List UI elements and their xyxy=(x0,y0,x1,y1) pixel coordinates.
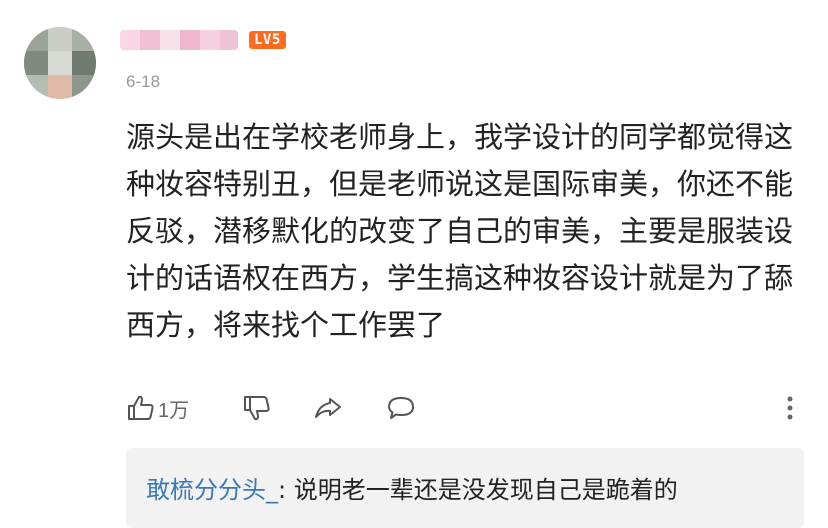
dislike-button[interactable] xyxy=(242,390,272,426)
like-button[interactable]: 1万 xyxy=(126,390,189,426)
share-button[interactable] xyxy=(312,390,344,426)
reply-author[interactable]: 敢梳分分头_ xyxy=(146,476,278,504)
reply-text: 说明老一辈还是没发现自己是跪着的 xyxy=(293,476,678,504)
more-button[interactable] xyxy=(780,390,800,426)
comment-actions: 1万 xyxy=(126,390,802,426)
comment-date: 6-18 xyxy=(126,72,161,91)
comment-text: 源头是出在学校老师身上，我学设计的同学都觉得这种妆容特别丑，但是老师说这是国际审… xyxy=(126,120,794,342)
share-icon xyxy=(315,398,341,418)
comment-bubble-icon xyxy=(388,397,414,419)
thumbs-down-icon xyxy=(244,396,270,421)
reply-line: 敢梳分分头_: 说明老一辈还是没发现自己是跪着的 xyxy=(146,470,678,505)
more-vertical-icon xyxy=(787,396,793,420)
reply-separator: : xyxy=(278,476,294,504)
avatar[interactable] xyxy=(24,27,96,99)
reply-preview[interactable]: 敢梳分分头_: 说明老一辈还是没发现自己是跪着的 xyxy=(126,448,804,528)
username-redacted[interactable] xyxy=(120,30,238,50)
like-count: 1万 xyxy=(158,399,190,422)
level-badge: LV5 xyxy=(249,31,286,49)
thumbs-up-icon xyxy=(128,395,154,420)
reply-button[interactable] xyxy=(386,390,416,426)
